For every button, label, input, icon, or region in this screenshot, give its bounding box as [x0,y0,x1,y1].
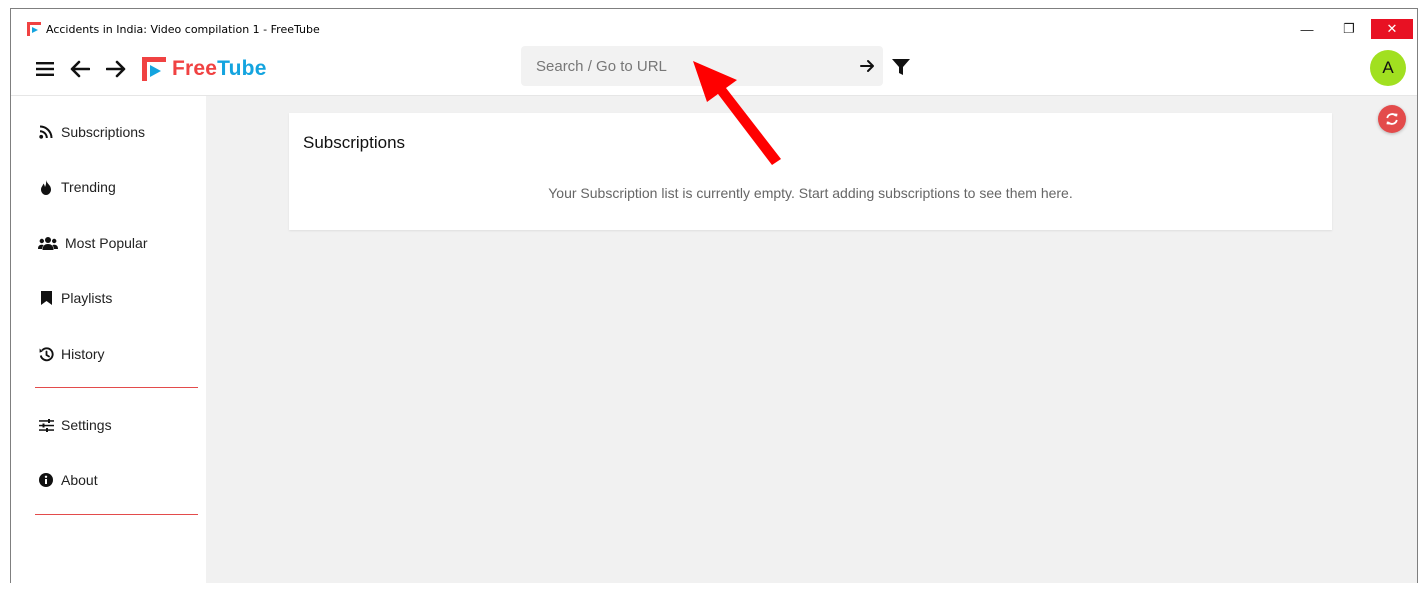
page-title: Subscriptions [303,133,406,152]
fire-icon [38,179,54,195]
sidebar-divider [35,387,198,388]
sidebar-item-settings[interactable]: Settings [38,413,112,437]
sidebar-item-label: Most Popular [65,235,148,251]
minimize-button[interactable]: — [1294,19,1320,39]
refresh-button[interactable] [1378,105,1406,133]
users-icon [38,235,58,251]
hamburger-icon [36,62,54,76]
back-button[interactable] [68,57,92,81]
bookmark-icon [38,290,54,306]
sidebar-divider [35,514,198,515]
logo-text-free: Free [172,57,218,80]
sidebar-item-label: Subscriptions [61,124,146,140]
menu-button[interactable] [33,57,57,81]
search-filter-button[interactable] [891,57,913,79]
sidebar-item-about[interactable]: About [38,468,98,492]
freetube-logo-icon [142,57,166,81]
logo-text: FreeTube [172,57,267,81]
top-nav: FreeTube A [11,43,1417,96]
arrow-left-icon [70,60,90,78]
main-content: Subscriptions Your Subscription list is … [206,96,1417,583]
sidebar-item-most-popular[interactable]: Most Popular [38,231,147,255]
sidebar-item-label: Playlists [61,290,113,306]
sidebar-item-subscriptions[interactable]: Subscriptions [38,120,145,144]
arrow-right-icon [859,60,874,72]
maximize-button[interactable]: ❐ [1336,19,1362,39]
history-icon [38,346,54,362]
sidebar-item-label: History [61,346,105,362]
search-submit-button[interactable] [857,56,877,76]
sidebar-item-label: Settings [61,417,112,433]
sidebar-item-label: About [61,472,98,488]
filter-icon [892,59,910,75]
sidebar-item-playlists[interactable]: Playlists [38,286,112,310]
sidebar-item-label: Trending [61,179,116,195]
freetube-logo[interactable]: FreeTube [142,55,267,83]
sidebar-item-history[interactable]: History [38,342,105,366]
sidebar: Subscriptions Trending Most Popular Play… [11,96,206,583]
subscriptions-card: Subscriptions Your Subscription list is … [289,113,1332,230]
search-input[interactable] [521,46,841,86]
info-icon [38,472,54,488]
refresh-icon [1386,113,1398,125]
empty-state-message: Your Subscription list is currently empt… [548,185,1073,201]
app-window: Accidents in India: Video compilation 1 … [10,8,1418,583]
title-bar: Accidents in India: Video compilation 1 … [11,9,1417,43]
forward-button[interactable] [104,57,128,81]
rss-icon [38,124,54,140]
sliders-icon [38,417,54,433]
window-title: Accidents in India: Video compilation 1 … [46,23,320,36]
arrow-right-icon [106,60,126,78]
freetube-app-icon [27,22,41,36]
profile-avatar[interactable]: A [1370,50,1406,86]
search-bar [521,46,883,86]
close-window-button[interactable]: ✕ [1371,19,1413,39]
sidebar-item-trending[interactable]: Trending [38,175,116,199]
logo-text-tube: Tube [217,57,267,80]
